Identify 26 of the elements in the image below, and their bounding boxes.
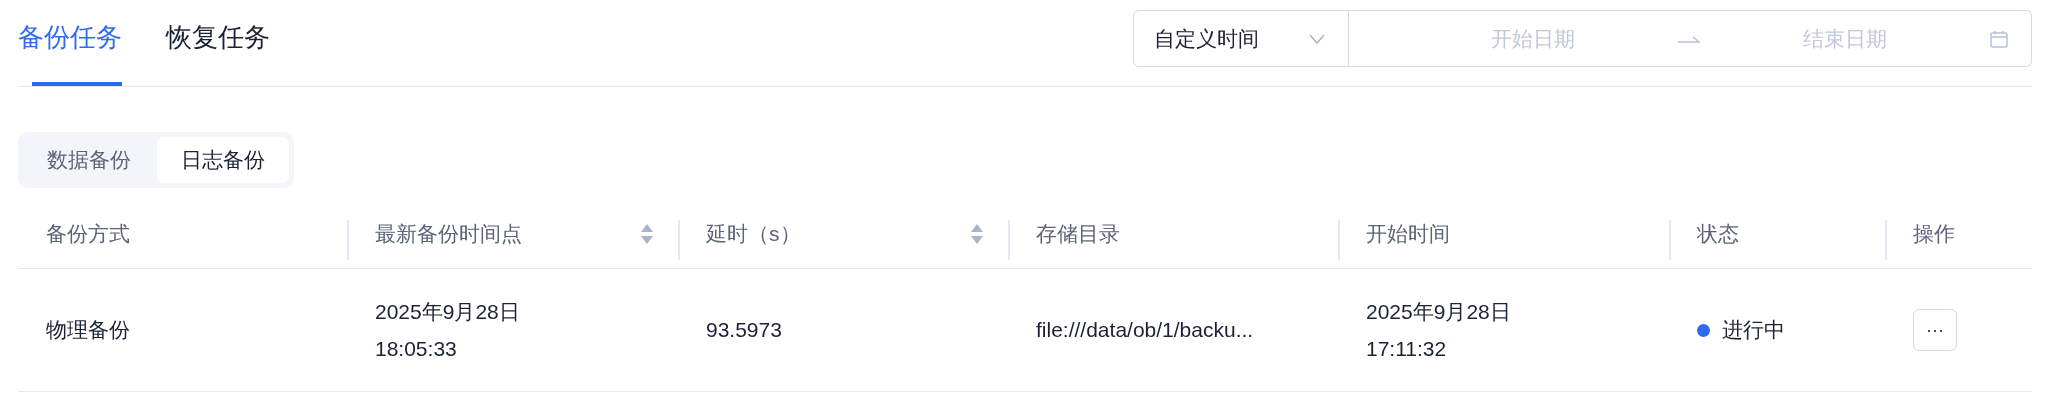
date-range-field[interactable]: 开始日期 结束日期 [1349, 10, 2032, 67]
table-cell: file:///data/ob/1/backu... [1036, 318, 1254, 342]
table-cell-text: 2025年9月28日 17:11:32 [1366, 299, 1511, 362]
tab[interactable]: 恢复任务 [166, 0, 270, 86]
sort-icon[interactable] [970, 222, 984, 246]
sort-icon[interactable] [640, 222, 654, 246]
chevron-down-icon [1308, 32, 1326, 45]
column-title: 最新备份时间点 [375, 221, 522, 247]
status-text: 进行中 [1722, 317, 1785, 343]
calendar-icon [1989, 28, 2009, 49]
column-title: 操作 [1913, 221, 1955, 247]
column-title: 备份方式 [46, 221, 130, 247]
column-title: 存储目录 [1036, 221, 1120, 247]
table-cell-text: 2025年9月28日 18:05:33 [375, 299, 520, 362]
tab[interactable]: 备份任务 [18, 0, 122, 86]
table-cell: 93.5973 [706, 318, 782, 342]
segment-button[interactable]: 日志备份 [157, 137, 289, 183]
end-date-input[interactable]: 结束日期 [1711, 25, 1979, 52]
segment-button[interactable]: 数据备份 [23, 137, 155, 183]
time-range-select[interactable]: 自定义时间 [1133, 10, 1349, 67]
table-cell-text: 物理备份 [46, 317, 130, 343]
more-button[interactable]: ··· [1913, 309, 1957, 351]
column-title: 延时（s） [706, 221, 801, 247]
column-title: 状态 [1697, 221, 1739, 247]
start-date-input[interactable]: 开始日期 [1399, 25, 1667, 52]
column-title: 开始时间 [1366, 221, 1450, 247]
